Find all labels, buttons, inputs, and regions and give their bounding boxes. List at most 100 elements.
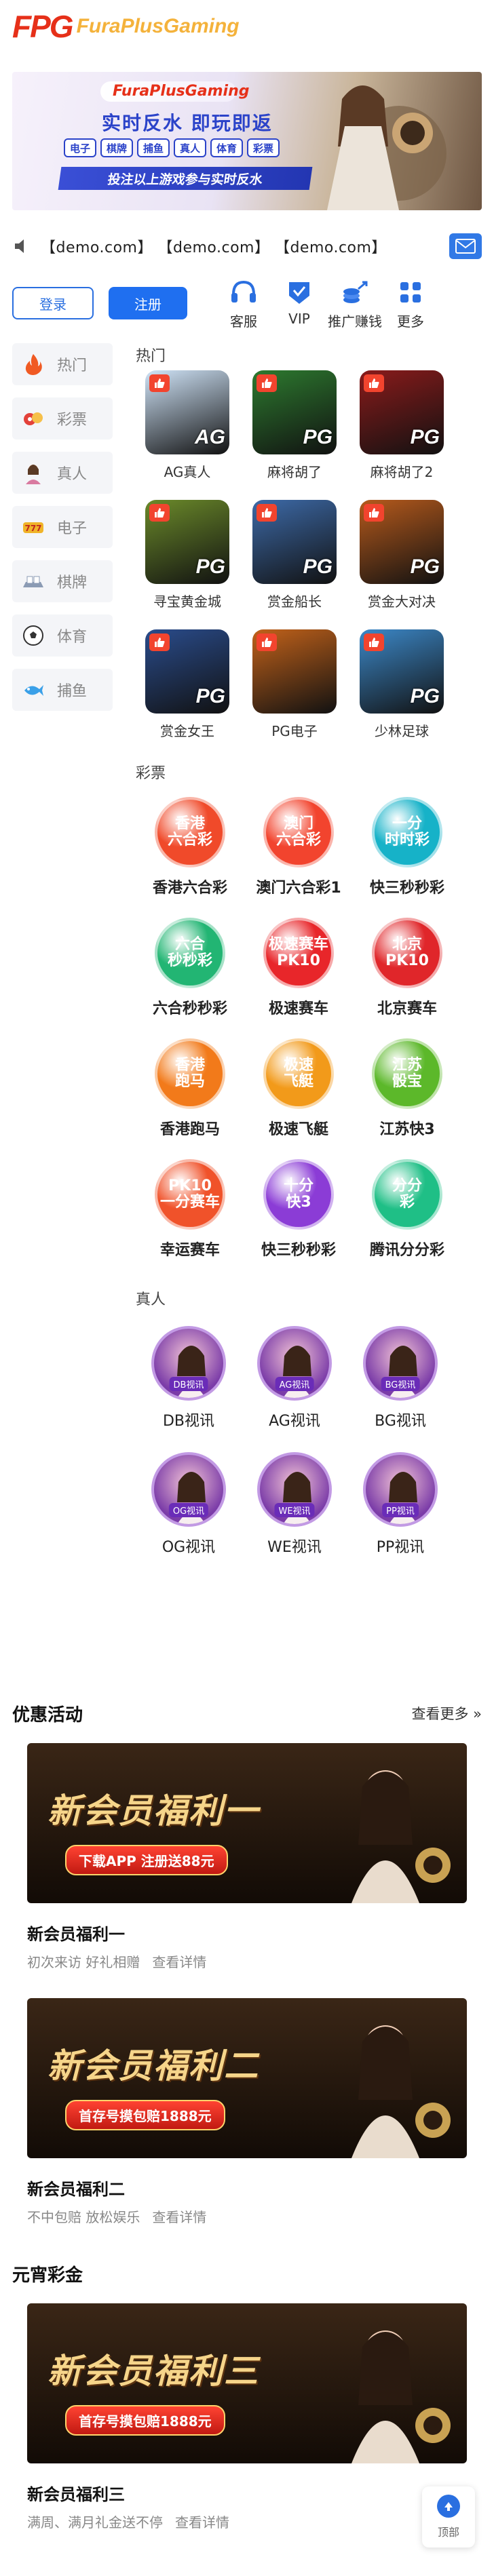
lottery-label: 澳门六合彩1 [256,880,341,897]
game-label: 赏金女王 [160,723,214,739]
headset-icon [231,280,256,303]
live-dealer-icon [26,465,41,484]
lottery-ball-icon: 十分 快3 [263,1159,334,1230]
lottery-item[interactable]: 北京 PK10 北京赛车 [353,918,461,1018]
lottery-item[interactable]: 香港 六合彩 香港六合彩 [136,797,244,897]
sidebar-item-slots[interactable]: 777 电子 [12,506,113,548]
sidebar-item-lottery[interactable]: 彩票 [12,397,113,440]
lottery-ball-icon: 江苏 骰宝 [372,1038,442,1109]
promo-card[interactable]: 新会员福利一 下载APP 注册送88元 新会员福利一 初次来访 好礼相赠 查看详情 [0,1743,494,1971]
game-card[interactable]: PG 麻将胡了2 [358,370,445,481]
live-item[interactable]: OG视讯 OG视讯 [136,1452,242,1557]
lantern-header: 元宵彩金 [0,2253,494,2294]
live-provider-tag: WE视讯 [274,1503,315,1517]
quick-link-support[interactable]: 客服 [216,277,271,330]
notice-bar: 【demo.com】 【demo.com】 【demo.com】 [0,225,494,267]
lottery-item[interactable]: 香港 跑马 香港跑马 [136,1038,244,1139]
game-card[interactable]: PG 赏金大对决 [358,500,445,610]
game-icon-image: PG [145,500,229,584]
lottery-item[interactable]: PK10 一分赛车 幸运赛车 [136,1159,244,1260]
promotions-more-label: 查看更多 [411,1706,469,1722]
game-card[interactable]: PG电子 [251,629,338,740]
mail-button[interactable] [449,233,482,259]
sidebar-item-sports[interactable]: 体育 [12,614,113,657]
lantern-title: 元宵彩金 [12,2265,83,2286]
cards-icon [23,576,43,587]
hero-banner[interactable]: FuraPlusGaming 实时反水 即玩即返 电子 棋牌 捕鱼 真人 体育 … [12,72,482,210]
game-label: 寻宝黄金城 [153,593,221,610]
live-dealer-avatar: OG视讯 [151,1452,226,1527]
promo-name: 新会员福利一 [27,1925,125,1944]
thumbs-up-icon [256,504,277,522]
quick-link-promote[interactable]: 推广赚钱 [327,277,383,330]
game-label: 赏金船长 [267,593,322,610]
game-card[interactable]: PG 麻将胡了 [251,370,338,481]
live-item[interactable]: AG视讯 AG视讯 [242,1326,347,1430]
sidebar-item-hot[interactable]: 热门 [12,343,113,385]
live-label: AG视讯 [269,1413,320,1430]
promo-subtitle-row: 满周、满月礼金送不停 查看详情 [27,2512,467,2531]
promotions-more-link[interactable]: 查看更多 » [411,1703,482,1723]
banner-tag: 捕鱼 [137,138,170,157]
promo-detail-link[interactable]: 查看详情 [152,2209,206,2225]
promo-model-image [352,2330,451,2463]
fish-icon [24,685,43,696]
live-item[interactable]: WE视讯 WE视讯 [242,1452,347,1557]
promo-detail-link[interactable]: 查看详情 [175,2514,229,2531]
promo-subtitle: 满周、满月礼金送不停 [27,2514,163,2531]
promo-card[interactable]: 新会员福利三 首存号摸包赔1888元 新会员福利三 满周、满月礼金送不停 查看详情 [0,2303,494,2531]
lottery-ball-icon: 一分 时时彩 [372,797,442,867]
ball-icon [23,625,43,646]
game-icon-image: PG [360,629,444,714]
game-card[interactable]: AG AG真人 [144,370,231,481]
game-card[interactable]: PG 赏金女王 [144,629,231,740]
lottery-item[interactable]: 极速 飞艇 极速飞艇 [244,1038,353,1139]
lottery-item[interactable]: 十分 快3 快三秒秒彩 [244,1159,353,1260]
back-to-top-button[interactable]: 顶部 [422,2486,475,2548]
game-card[interactable]: PG 少林足球 [358,629,445,740]
promo-subtitle: 不中包赔 放松娱乐 [27,2209,140,2225]
lottery-item[interactable]: 极速赛车 PK10 极速赛车 [244,918,353,1018]
promo-subtitle-row: 不中包赔 放松娱乐 查看详情 [27,2206,467,2226]
promote-icon [343,281,368,303]
banner-logo: FuraPlusGaming [100,81,249,102]
lottery-ball-icon: 澳门 六合彩 [263,797,334,867]
game-icon-image: AG [145,370,229,454]
promo-card[interactable]: 新会员福利二 首存号摸包赔1888元 新会员福利二 不中包赔 放松娱乐 查看详情 [0,1998,494,2226]
lottery-label: 江苏快3 [379,1121,435,1138]
login-button[interactable]: 登录 [12,287,94,319]
live-item[interactable]: PP视讯 PP视讯 [347,1452,453,1557]
live-dealer-avatar: BG视讯 [363,1326,438,1401]
live-provider-tag: PP视讯 [382,1503,419,1517]
lottery-label: 香港六合彩 [152,880,227,897]
lottery-item[interactable]: 一分 时时彩 快三秒秒彩 [353,797,461,897]
sidebar-item-fishing[interactable]: 捕鱼 [12,669,113,711]
live-label: BG视讯 [375,1413,426,1430]
promo-banner-button: 首存号摸包赔1888元 [65,2100,225,2130]
lottery-grid: 香港 六合彩 香港六合彩 澳门 六合彩 澳门六合彩1 一分 时时彩 快三秒秒彩 六合 秒秒彩… [136,797,482,1260]
register-button[interactable]: 注册 [109,287,187,319]
lottery-item[interactable]: 澳门 六合彩澳门六合彩1 [244,797,353,897]
lottery-item[interactable]: 六合 秒秒彩 六合秒秒彩 [136,918,244,1018]
live-item[interactable]: BG视讯 BG视讯 [347,1326,453,1430]
game-icon-image [252,629,337,714]
slot-icon: 777 [23,522,43,533]
game-card[interactable]: PG 赏金船长 [251,500,338,610]
provider-badge: AG [195,426,225,448]
game-card[interactable]: PG 寻宝黄金城 [144,500,231,610]
lottery-item[interactable]: 分分 彩腾讯分分彩 [353,1159,461,1260]
promo-name: 新会员福利二 [27,2180,125,2199]
section-title-live: 真人 [136,1291,166,1308]
quick-link-vip[interactable]: VIP [271,277,327,330]
sidebar-item-label: 捕鱼 [57,683,88,700]
sidebar-item-live[interactable]: 真人 [12,452,113,494]
quick-link-more[interactable]: 更多 [383,277,438,330]
lottery-item[interactable]: 江苏 骰宝江苏快3 [353,1038,461,1139]
live-item[interactable]: DB视讯 DB视讯 [136,1326,242,1430]
sidebar-item-cards[interactable]: 棋牌 [12,560,113,602]
site-logo[interactable]: FPG FuraPlusGaming [12,8,240,45]
promo-detail-link[interactable]: 查看详情 [152,1954,206,1970]
live-provider-tag: DB视讯 [169,1377,208,1391]
provider-badge: PG [195,555,225,578]
thumbs-up-icon [364,374,384,392]
